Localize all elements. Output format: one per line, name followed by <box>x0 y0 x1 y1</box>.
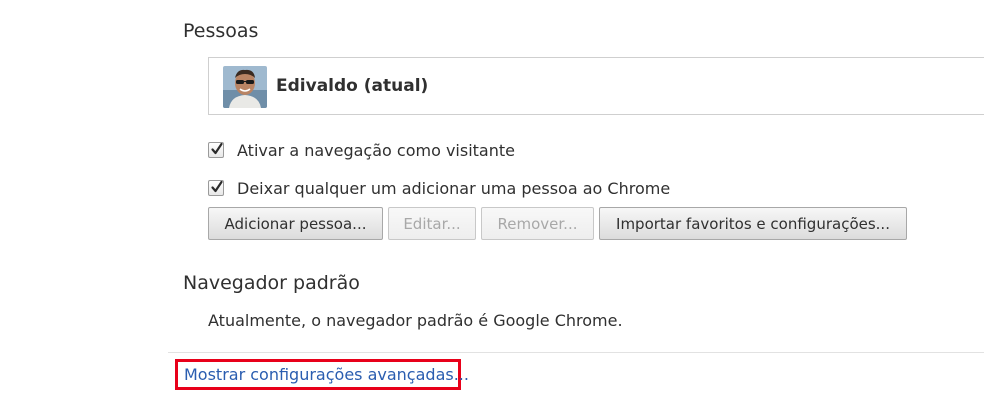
checkmark-icon <box>211 180 223 193</box>
guest-browsing-label[interactable]: Ativar a navegação como visitante <box>237 141 515 160</box>
add-person-button[interactable]: Adicionar pessoa... <box>208 207 383 240</box>
checkmark-icon <box>211 142 223 155</box>
settings-page: Pessoas Edivaldo (atual) Ativar a navega… <box>0 0 984 402</box>
guest-browsing-option[interactable]: Ativar a navegação como visitante <box>208 139 515 161</box>
profile-list: Edivaldo (atual) <box>208 57 984 115</box>
import-bookmarks-button[interactable]: Importar favoritos e configurações... <box>599 207 907 240</box>
profile-name[interactable]: Edivaldo (atual) <box>276 76 428 96</box>
allow-add-person-label[interactable]: Deixar qualquer um adicionar uma pessoa … <box>237 179 670 198</box>
section-divider <box>168 352 984 353</box>
remove-person-button[interactable]: Remover... <box>481 207 594 240</box>
edit-person-button[interactable]: Editar... <box>388 207 476 240</box>
profile-photo-icon <box>223 66 267 108</box>
default-browser-status: Atualmente, o navegador padrão é Google … <box>208 311 623 330</box>
allow-add-person-checkbox[interactable] <box>208 180 224 196</box>
avatar <box>223 66 267 108</box>
show-advanced-settings-link[interactable]: Mostrar configurações avançadas... <box>175 359 469 390</box>
allow-add-person-option[interactable]: Deixar qualquer um adicionar uma pessoa … <box>208 177 670 199</box>
people-section-title: Pessoas <box>183 20 259 42</box>
guest-browsing-checkbox[interactable] <box>208 142 224 158</box>
default-browser-section-title: Navegador padrão <box>183 272 360 294</box>
